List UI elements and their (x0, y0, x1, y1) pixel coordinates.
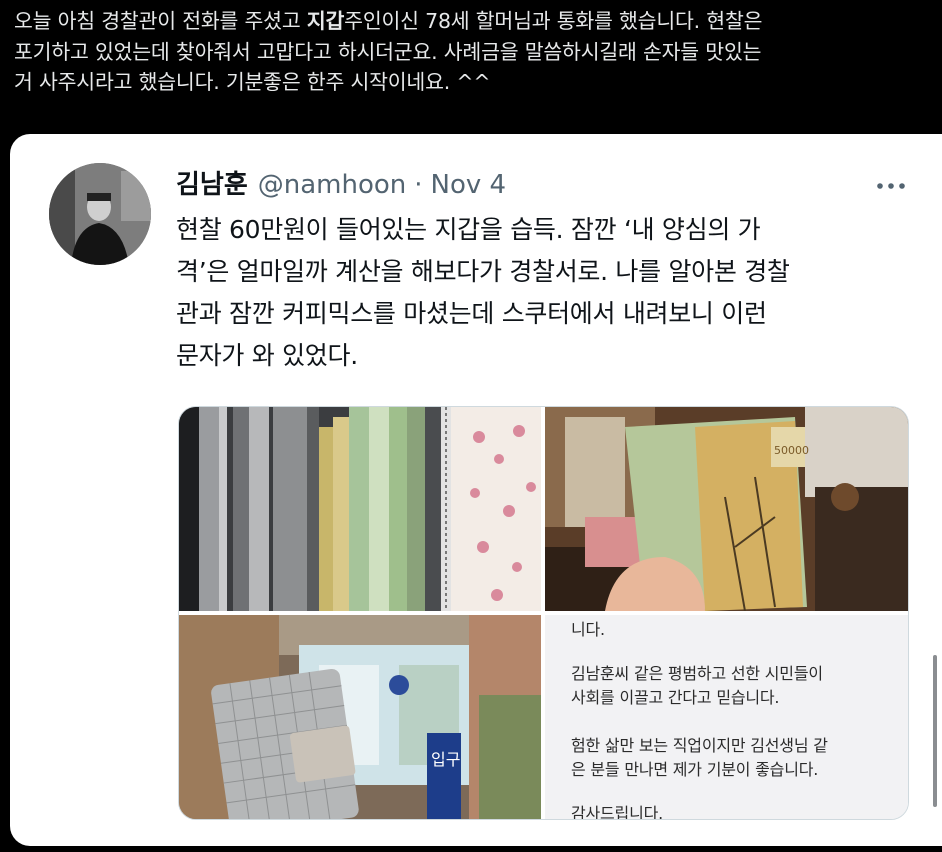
media-grid: 50000 입구 니다. 김남훈씨 같은 평범하고 선한 시민들이 사회를 이끌… (178, 406, 909, 820)
photo-banknotes[interactable]: 50000 (545, 407, 908, 611)
entrance-sign-label: 입구 (431, 750, 460, 769)
sms-line: 은 분들 만나면 제가 기분이 좋습니다. (571, 760, 819, 779)
tweet-text-line-1: 오늘 아침 경찰관이 전화를 주셨고 지갑주인이신 78세 할머님과 통화를 했… (14, 6, 939, 37)
tweet-text-segment: 주인이신 78세 할머님과 통화를 했습니다. 현찰은 (344, 9, 763, 33)
photo-wallet-open[interactable] (179, 407, 541, 611)
photo-wallet-police-station[interactable]: 입구 (179, 615, 541, 819)
tweet-text-line-3: 거 사주시라고 했습니다. 기분좋은 한주 시작이네요. ^^ (14, 70, 491, 94)
page: 오늘 아침 경찰관이 전화를 주셨고 지갑주인이신 78세 할머님과 통화를 했… (0, 0, 942, 852)
sms-line: 김남훈씨 같은 평범하고 선한 시민들이 (571, 664, 823, 683)
avatar-image (49, 163, 151, 265)
photo-sms-message[interactable]: 니다. 김남훈씨 같은 평범하고 선한 시민들이 사회를 이끌고 간다고 믿습니… (545, 615, 908, 819)
post-date[interactable]: Nov 4 (431, 170, 507, 200)
sms-line: 니다. (571, 620, 605, 639)
avatar[interactable] (49, 163, 151, 265)
quoted-tweet-body: 현찰 60만원이 들어있는 지갑을 습득. 잠깐 ‘내 양심의 가 격’은 얼마… (176, 209, 906, 377)
sms-line: 험한 삶만 보는 직업이지만 김선생님 같 (571, 736, 828, 755)
sms-line: 사회를 이끌고 간다고 믿습니다. (571, 688, 780, 707)
author-name[interactable]: 김남훈 (176, 170, 248, 200)
sms-line: 감사드립니다. (571, 804, 664, 819)
tweet-text-line-2: 포기하고 있었는데 찾아줘서 고맙다고 하시더군요. 사례금을 말씀하시길래 손… (14, 39, 762, 64)
body-line: 현찰 60만원이 들어있는 지갑을 습득. 잠깐 ‘내 양심의 가 (176, 215, 761, 244)
tweet-text: 오늘 아침 경찰관이 전화를 주셨고 지갑주인이신 78세 할머님과 통화를 했… (14, 6, 939, 98)
quoted-tweet-card[interactable]: 김남훈 @namhoon · Nov 4 현찰 60만원이 들어있는 지갑을 습득. … (10, 134, 942, 846)
author-handle[interactable]: @namhoon (258, 170, 407, 200)
separator-dot: · (414, 170, 423, 200)
tweet-header: 김남훈 @namhoon · Nov 4 (176, 165, 506, 205)
body-line: 문자가 와 있었다. (176, 341, 358, 370)
scrollbar-thumb[interactable] (933, 655, 937, 807)
body-line: 격’은 얼마일까 계산을 해보다가 경찰서로. 나를 알아본 경찰 (176, 257, 790, 286)
banknote-label: 50000 (774, 444, 809, 457)
tweet-text-segment: 오늘 아침 경찰관이 전화를 주셨고 (14, 9, 307, 33)
more-horizontal-icon[interactable] (874, 172, 908, 200)
body-line: 관과 잠깐 커피믹스를 마셨는데 스쿠터에서 내려보니 이런 (176, 299, 767, 328)
tweet-text-bold: 지갑 (306, 9, 345, 33)
